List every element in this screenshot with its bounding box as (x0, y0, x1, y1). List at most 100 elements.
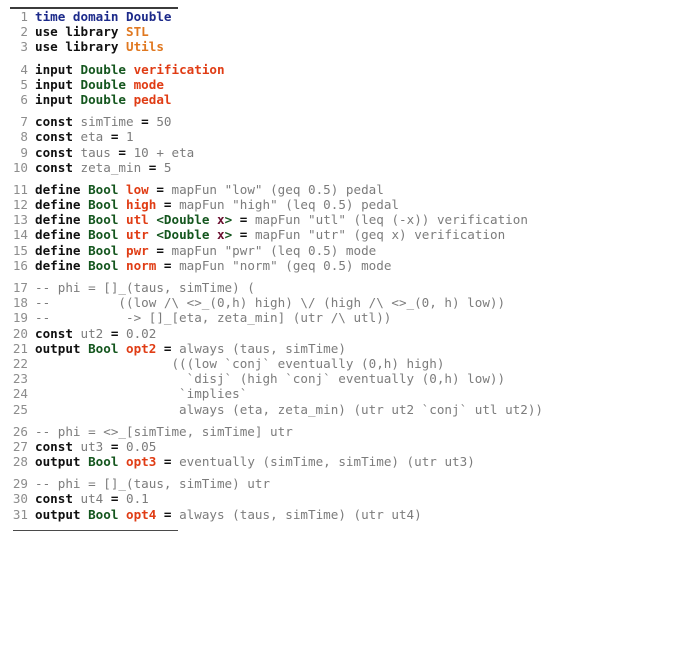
code-token: Double (80, 76, 134, 92)
code-line: 18 -- ((low /\ <>_(0,h) high) \/ (high /\… (0, 295, 685, 310)
code-group-gap (0, 107, 685, 114)
code-token: output (35, 454, 89, 470)
code-token: eta (80, 129, 111, 145)
line-number: 23 (12, 371, 28, 387)
code-token: 0.1 (118, 491, 149, 507)
code-token: input (35, 61, 81, 77)
line-source: (((low `conj` eventually (0,h) high) (35, 356, 444, 371)
code-token: Bool (88, 454, 126, 470)
line-number: 15 (12, 242, 28, 258)
code-token: mode (133, 76, 164, 92)
line-number: 3 (20, 39, 28, 55)
line-number: 2 (20, 24, 28, 40)
line-number: 4 (20, 61, 28, 77)
code-token: ut2 (80, 325, 111, 341)
line-source: input Double pedal (35, 92, 172, 107)
line-source: -- phi = <>_[simTime, simTime] utr (35, 424, 293, 439)
line-number: 11 (12, 181, 28, 197)
code-token: mapFun "low" (geq 0.5) pedal (163, 181, 384, 197)
code-token: = (156, 242, 164, 258)
line-source: use library Utils (35, 39, 164, 54)
code-token: Bool (88, 340, 126, 356)
code-token: Bool (88, 181, 126, 197)
code-token: STL (126, 24, 149, 40)
line-number: 10 (12, 159, 28, 175)
line-number: 1 (20, 9, 28, 24)
code-line: 24 `implies` (0, 386, 685, 401)
code-token: Bool (88, 242, 126, 258)
code-token: = (156, 181, 164, 197)
code-token: simTime (80, 114, 142, 130)
code-token: = (163, 340, 172, 356)
code-token: low (126, 181, 157, 197)
line-source: const zeta_min = 5 (35, 160, 172, 175)
code-line: 26 -- phi = <>_[simTime, simTime] utr (0, 424, 685, 439)
line-source: define Bool utl <Double x> = mapFun "utl… (35, 212, 528, 227)
code-token: Bool (88, 212, 126, 228)
code-token: pedal (133, 91, 172, 107)
code-listing: 1 time domain Double 2 use library STL 3 use … (0, 7, 685, 669)
code-token: utr (126, 227, 157, 243)
code-line: 7 const simTime = 50 (0, 114, 685, 129)
code-token: always (taus, simTime) (utr ut4) (171, 506, 422, 522)
line-number: 18 (12, 295, 28, 311)
code-token: -- ((low /\ <>_(0,h) high) \/ (high /\ <… (35, 295, 506, 311)
code-token: = (141, 114, 149, 130)
code-token: 10 + eta (126, 144, 195, 160)
code-group-gap (0, 469, 685, 476)
code-token: high (126, 197, 164, 213)
code-line: 31 output Bool opt4 = always (taus, simTi… (0, 507, 685, 522)
code-token: Utils (126, 39, 164, 55)
line-source: const ut2 = 0.02 (35, 326, 156, 341)
line-source: use library STL (35, 24, 149, 39)
line-source: const ut3 = 0.05 (35, 439, 156, 454)
code-token: 5 (156, 159, 172, 175)
line-number: 29 (12, 476, 28, 492)
code-group: 17 -- phi = []_(taus, simTime) (18 -- ((lo… (0, 280, 685, 417)
line-source: input Double verification (35, 62, 225, 77)
code-token: opt3 (126, 454, 164, 470)
code-token: define (35, 212, 89, 228)
code-token: Bool (88, 506, 126, 522)
code-line: 2 use library STL (0, 24, 685, 39)
code-token: const (35, 438, 81, 454)
code-token: mapFun "norm" (geq 0.5) mode (171, 257, 392, 273)
line-source: -- phi = []_(taus, simTime) utr (35, 476, 270, 491)
line-number: 28 (12, 454, 28, 470)
code-token: time domain Double (35, 9, 172, 24)
code-token: 50 (148, 114, 172, 130)
code-token: verification (133, 61, 225, 77)
line-source: const taus = 10 + eta (35, 145, 194, 160)
code-group: 29 -- phi = []_(taus, simTime) utr 30 const… (0, 476, 685, 522)
code-token: -- phi = []_(taus, simTime) ( (35, 280, 255, 295)
code-token: always (eta, zeta_min) (utr ut2 `conj` u… (35, 401, 543, 417)
code-token: opt2 (126, 340, 164, 356)
code-token: always (taus, simTime) (171, 340, 346, 356)
code-token: mapFun "high" (leq 0.5) pedal (171, 197, 399, 213)
code-line: 25 always (eta, zeta_min) (utr ut2 `conj… (0, 402, 685, 417)
code-token: ut4 (80, 491, 111, 507)
code-token: (((low `conj` eventually (0,h) high) (35, 355, 445, 371)
code-token: pwr (126, 242, 157, 258)
code-token: const (35, 114, 81, 130)
code-token: -- phi = []_(taus, simTime) utr (35, 476, 271, 492)
code-token: define (35, 181, 89, 197)
code-token: input (35, 91, 81, 107)
code-line: 14 define Bool utr <Double x> = mapFun "u… (0, 227, 685, 242)
code-token: = (163, 506, 172, 522)
code-token: `disj` (high `conj` eventually (0,h) low… (35, 371, 506, 387)
code-token: Double (80, 61, 134, 77)
code-line: 22 (((low `conj` eventually (0,h) high) (0, 356, 685, 371)
code-line: 13 define Bool utl <Double x> = mapFun "u… (0, 212, 685, 227)
line-source: output Bool opt4 = always (taus, simTime… (35, 507, 422, 522)
line-number: 24 (12, 386, 28, 402)
code-group-gap (0, 175, 685, 182)
line-source: always (eta, zeta_min) (utr ut2 `conj` u… (35, 402, 543, 417)
code-token: mapFun "utl" (leq (-x)) verification (247, 212, 528, 228)
code-token: norm (126, 257, 164, 273)
code-token: define (35, 242, 89, 258)
line-source: -- -> []_[eta, zeta_min] (utr /\ utl)) (35, 310, 391, 325)
line-number: 21 (12, 340, 28, 356)
